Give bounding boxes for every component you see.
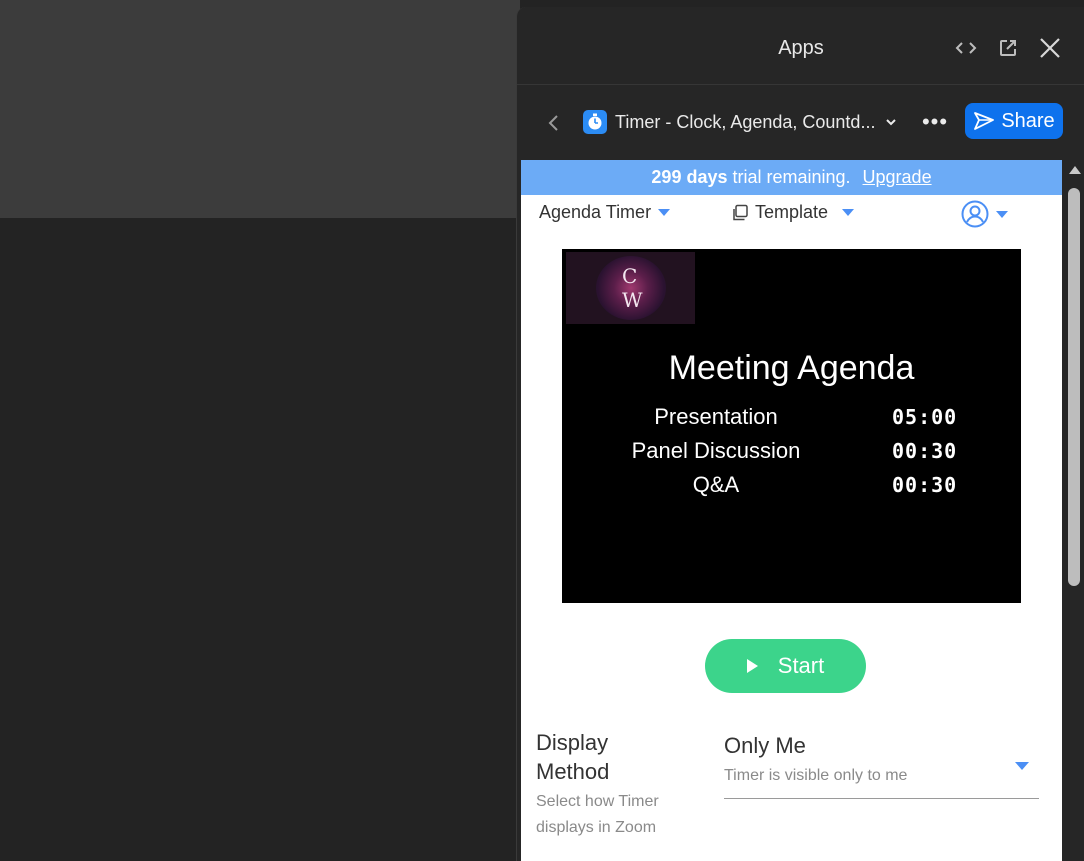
agenda-item-name: Panel Discussion: [631, 438, 801, 463]
caret-down-icon: [842, 209, 855, 216]
caret-down-icon: [658, 209, 671, 216]
brand-logo: C W: [566, 252, 695, 324]
app-content: 299 days trial remaining. Upgrade Agenda…: [521, 160, 1062, 861]
close-icon[interactable]: [1035, 33, 1065, 63]
app-nav-row: Timer - Clock, Agenda, Countd... ••• Sha…: [517, 85, 1084, 159]
agenda-item-name: Presentation: [654, 404, 778, 429]
apps-panel: Apps Timer - Clock, Agenda, Countd... ••…: [516, 7, 1084, 861]
timer-toolbar: Agenda Timer Template: [521, 196, 1062, 232]
display-method-value: Only Me: [724, 733, 806, 758]
background-window-bottom: [0, 218, 520, 861]
display-method-label: Display Method: [536, 730, 610, 784]
pop-out-icon[interactable]: [993, 33, 1023, 63]
stopwatch-icon: [583, 110, 607, 134]
back-button[interactable]: [539, 109, 567, 137]
chevron-down-icon: [885, 118, 897, 126]
account-dropdown[interactable]: [961, 200, 1008, 228]
agenda-title: Meeting Agenda: [668, 349, 915, 387]
code-icon[interactable]: [951, 33, 981, 63]
background-window-top: [0, 0, 520, 218]
display-method-hint: Select how Timer displays in Zoom: [536, 793, 659, 836]
panel-header: Apps: [517, 7, 1084, 85]
display-method-select[interactable]: Only Me Timer is visible only to me: [724, 730, 1039, 799]
trial-text: trial remaining.: [732, 167, 851, 187]
share-label: Share: [1001, 109, 1055, 132]
start-button[interactable]: Start: [705, 639, 866, 693]
agenda-row: Panel Discussion 00:30: [562, 438, 1021, 472]
app-selector[interactable]: Timer - Clock, Agenda, Countd...: [583, 105, 901, 139]
agenda-item-time: 00:30: [892, 439, 958, 463]
copy-icon: [733, 204, 748, 220]
trial-days: 299 days: [651, 167, 728, 187]
timer-preview: C W Meeting Agenda Presentation 05:00 Pa…: [562, 249, 1021, 603]
chevron-left-icon: [548, 115, 558, 131]
mode-dropdown[interactable]: Agenda Timer: [539, 202, 671, 223]
caret-down-icon: [996, 210, 1008, 218]
user-avatar-icon: [961, 200, 989, 228]
scroll-up-arrow-icon[interactable]: [1069, 166, 1081, 174]
more-options-button[interactable]: •••: [917, 107, 953, 137]
agenda-row: Presentation 05:00: [562, 404, 1021, 438]
app-name: Timer - Clock, Agenda, Countd...: [615, 111, 876, 132]
trial-banner: 299 days trial remaining. Upgrade: [521, 160, 1062, 195]
start-label: Start: [777, 653, 825, 678]
agenda-item-time: 00:30: [892, 473, 958, 497]
share-button[interactable]: Share: [965, 103, 1063, 139]
logo-letter-w: W: [622, 288, 643, 312]
scrollbar-thumb[interactable]: [1068, 188, 1080, 586]
play-icon: [746, 659, 758, 673]
caret-down-icon: [1015, 762, 1029, 770]
agenda-row: Q&A 00:30: [562, 472, 1021, 506]
send-icon: [974, 112, 995, 130]
display-method-description: Timer is visible only to me: [724, 767, 908, 784]
template-dropdown[interactable]: Template: [731, 202, 855, 223]
template-label: Template: [755, 202, 829, 222]
mode-label: Agenda Timer: [539, 202, 652, 222]
agenda-item-name: Q&A: [692, 472, 740, 497]
upgrade-link[interactable]: Upgrade: [863, 167, 932, 188]
agenda-item-time: 05:00: [892, 405, 958, 429]
scrollbar[interactable]: [1063, 160, 1084, 861]
logo-letter-c: C: [622, 264, 638, 288]
